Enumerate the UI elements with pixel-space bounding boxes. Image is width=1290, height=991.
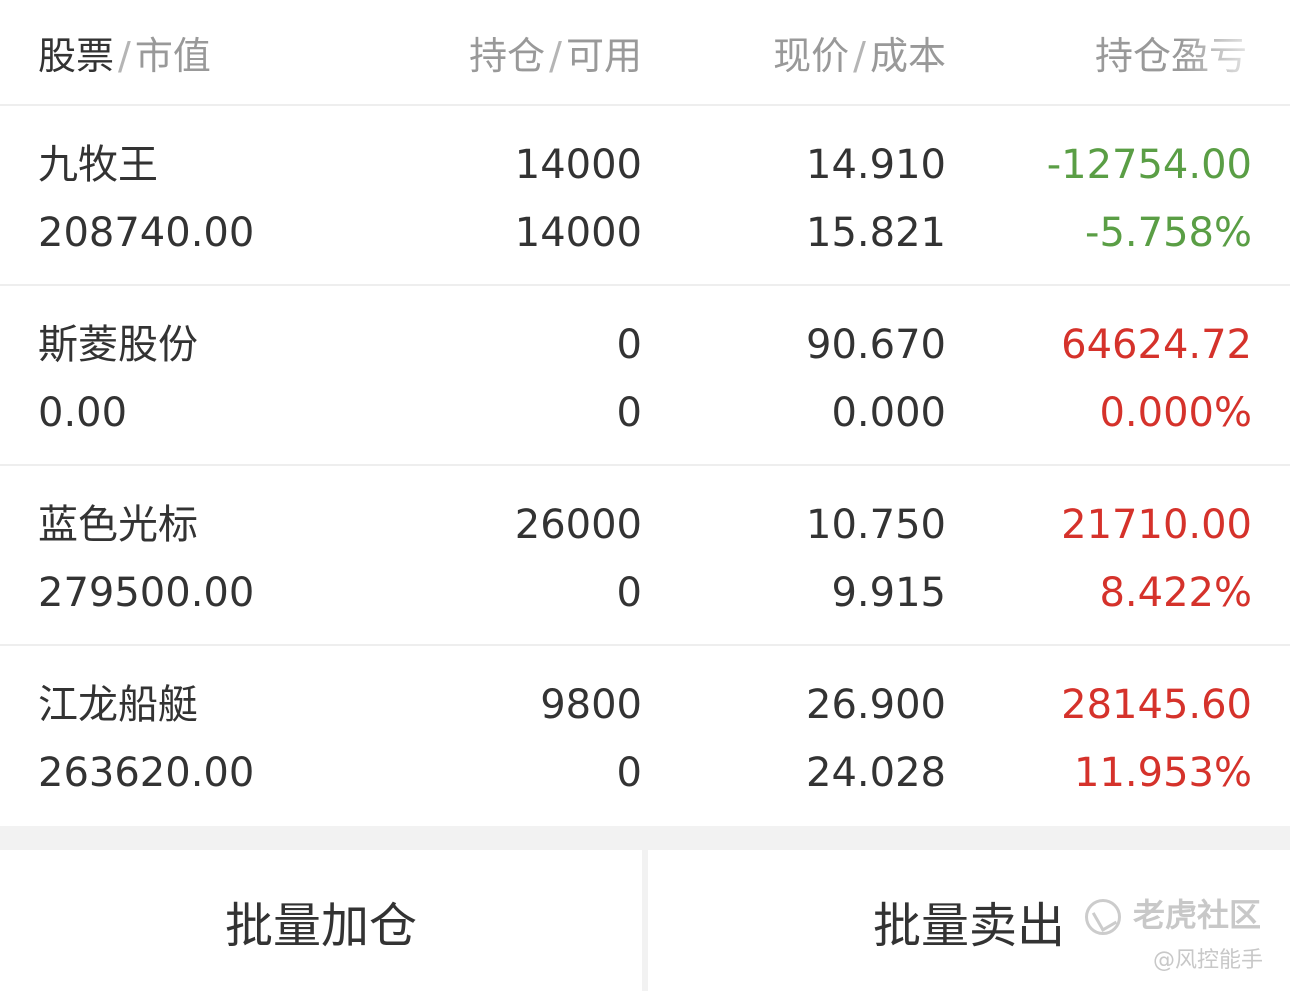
market-value: 208740.00	[38, 210, 255, 256]
profit-loss-amount: 21710.00	[1061, 502, 1252, 548]
header-separator: /	[118, 34, 131, 78]
header-market-value-label: 市值	[134, 34, 211, 78]
profit-loss-percent: 8.422%	[1099, 570, 1252, 616]
positions-table: 股票 / 市值 持仓 / 可用 现价 / 成本 持仓盈亏 九牧王 208740.00 140…	[0, 0, 1290, 826]
header-price-label: 现价	[773, 34, 850, 78]
position-qty: 9800	[540, 682, 642, 728]
market-value: 0.00	[38, 390, 128, 436]
current-price: 90.670	[806, 322, 946, 368]
available-qty: 0	[616, 390, 642, 436]
stock-name: 江龙船艇	[38, 682, 198, 728]
available-qty: 0	[616, 570, 642, 616]
table-row[interactable]: 九牧王 208740.00 14000 14000 14.910 15.821 …	[0, 106, 1290, 286]
cost-price: 24.028	[806, 750, 946, 796]
market-value: 263620.00	[38, 750, 255, 796]
table-row[interactable]: 蓝色光标 279500.00 26000 0 10.750 9.915 2171…	[0, 466, 1290, 646]
header-separator: /	[549, 34, 562, 78]
position-qty: 26000	[514, 502, 642, 548]
current-price: 14.910	[806, 142, 946, 188]
stock-name: 蓝色光标	[38, 502, 198, 548]
watermark-user: @风控能手	[1153, 948, 1264, 973]
cost-price: 9.915	[831, 570, 946, 616]
profit-loss-amount: 28145.60	[1061, 682, 1252, 728]
watermark-title: 老虎社区	[1133, 896, 1262, 934]
current-price: 10.750	[806, 502, 946, 548]
table-row[interactable]: 江龙船艇 263620.00 9800 0 26.900 24.028 2814…	[0, 646, 1290, 826]
current-price: 26.900	[806, 682, 946, 728]
position-rows: 九牧王 208740.00 14000 14000 14.910 15.821 …	[0, 106, 1290, 826]
header-cost-label: 成本	[869, 34, 946, 78]
available-qty: 14000	[514, 210, 642, 256]
table-row[interactable]: 斯菱股份 0.00 0 0 90.670 0.000 64624.72 0.00…	[0, 286, 1290, 466]
header-position-label: 持仓	[469, 34, 546, 78]
profit-loss-percent: -5.758%	[1085, 210, 1252, 256]
header-separator: /	[853, 34, 866, 78]
cost-price: 15.821	[806, 210, 946, 256]
batch-add-button[interactable]: 批量加仓	[0, 850, 642, 991]
profit-loss-percent: 11.953%	[1074, 750, 1252, 796]
market-value: 279500.00	[38, 570, 255, 616]
stock-name: 斯菱股份	[38, 322, 198, 368]
profit-loss-percent: 0.000%	[1099, 390, 1252, 436]
header-available-label: 可用	[565, 34, 642, 78]
profit-loss-amount: -12754.00	[1046, 142, 1252, 188]
stock-name: 九牧王	[38, 142, 158, 188]
position-qty: 14000	[514, 142, 642, 188]
header-stock-label: 股票	[38, 34, 115, 78]
profit-loss-amount: 64624.72	[1061, 322, 1252, 368]
header-position-available[interactable]: 持仓 / 可用	[469, 32, 642, 80]
table-header: 股票 / 市值 持仓 / 可用 现价 / 成本 持仓盈亏	[0, 0, 1290, 106]
header-fade-overlay	[1180, 0, 1290, 104]
tiger-community-logo-icon	[1085, 899, 1121, 935]
position-qty: 0	[616, 322, 642, 368]
available-qty: 0	[616, 750, 642, 796]
header-stock-market-value[interactable]: 股票 / 市值	[38, 32, 211, 80]
watermark: 老虎社区 @风控能手	[1085, 895, 1275, 985]
header-price-cost[interactable]: 现价 / 成本	[773, 32, 946, 80]
cost-price: 0.000	[831, 390, 946, 436]
